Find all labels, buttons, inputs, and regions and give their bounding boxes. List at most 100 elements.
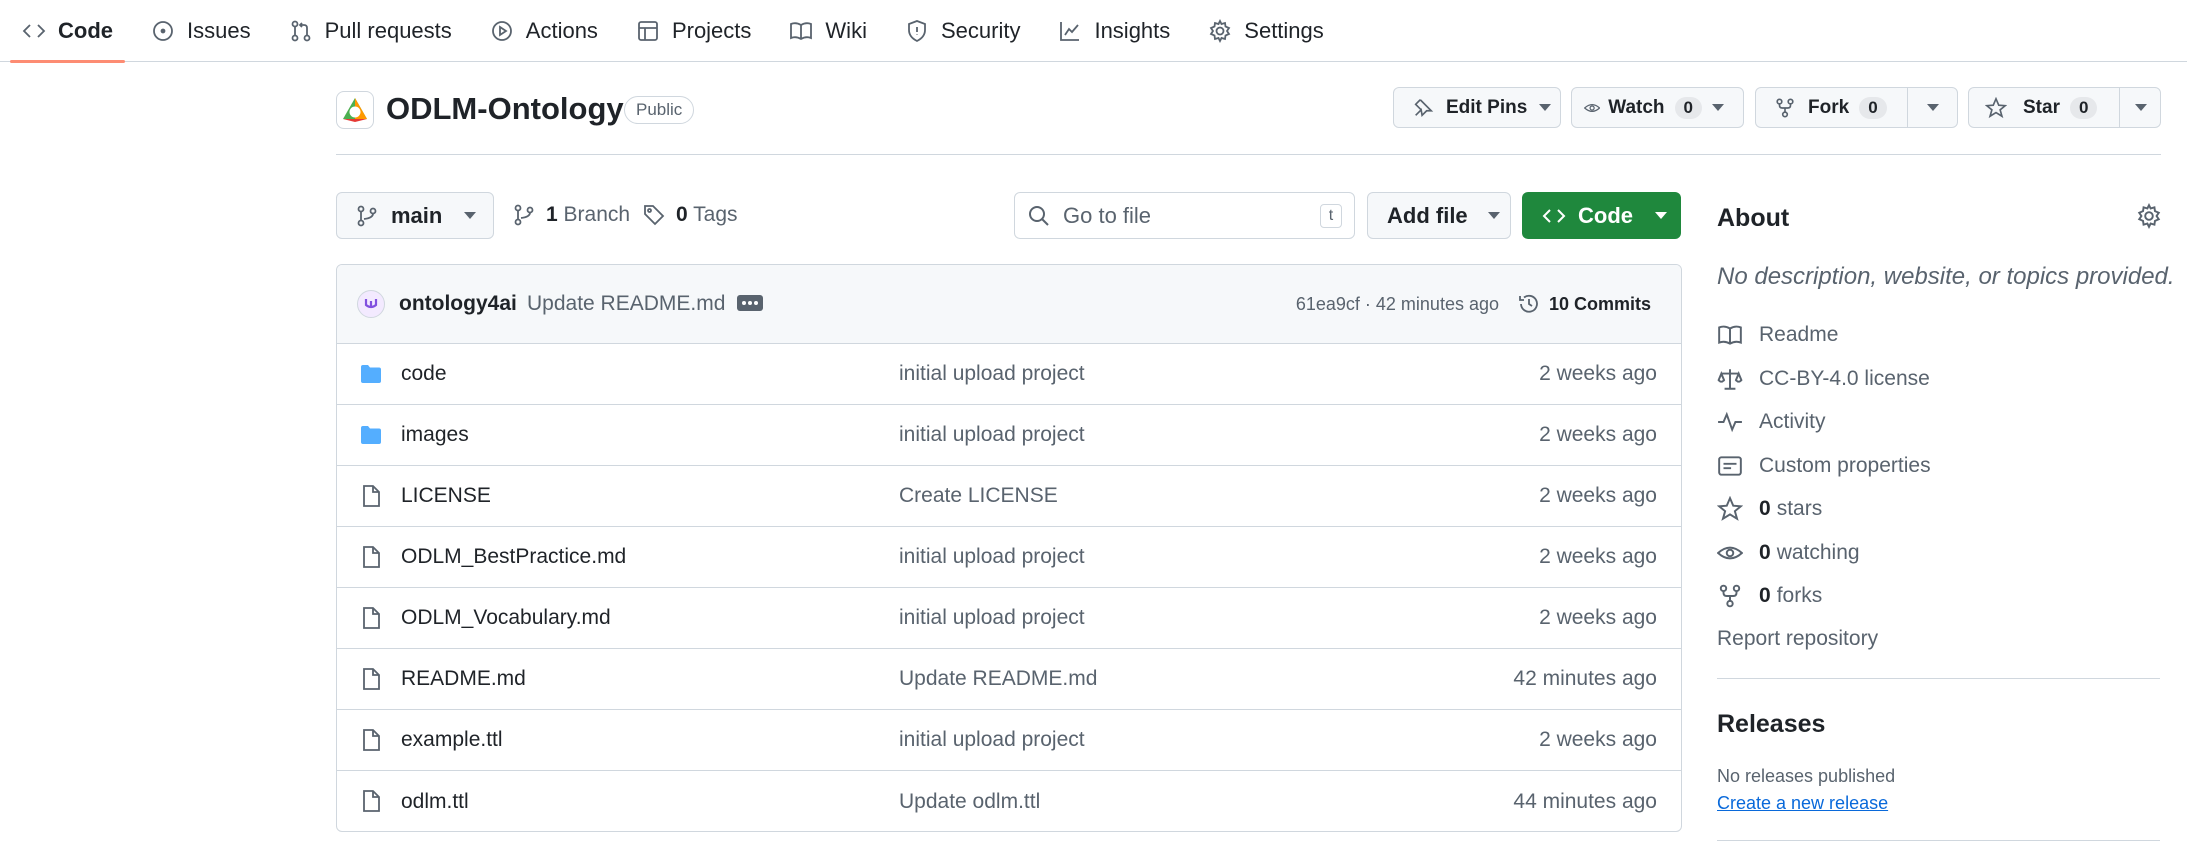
file-name[interactable]: code (401, 362, 447, 386)
file-name[interactable]: ODLM_BestPractice.md (401, 545, 626, 569)
chevron-down-icon (1539, 104, 1552, 111)
commit-meta[interactable]: 61ea9cf · 42 minutes ago (1296, 294, 1499, 315)
table-row[interactable]: README.md Update README.md 42 minutes ag… (337, 649, 1681, 710)
file-name[interactable]: LICENSE (401, 484, 491, 508)
tab-issues-label: Issues (187, 17, 251, 43)
create-release-link[interactable]: Create a new release (1717, 793, 1888, 814)
tab-insights[interactable]: Insights (1046, 0, 1182, 62)
file-commit-message[interactable]: Update README.md (899, 667, 1097, 691)
tab-pull-requests-label: Pull requests (324, 17, 452, 43)
file-name[interactable]: README.md (401, 667, 526, 691)
sidebar-divider (1717, 678, 2160, 679)
law-icon (1717, 369, 1743, 390)
stars-link[interactable]: 0 stars (1717, 496, 1822, 522)
code-chevron-down-icon (1655, 212, 1667, 219)
watch-chevron-down-icon[interactable] (1712, 104, 1724, 111)
readme-link[interactable]: Readme (1717, 322, 1838, 348)
stars-label: stars (1776, 497, 1823, 520)
branch-count: 1 (546, 203, 558, 226)
no-releases-text: No releases published (1717, 766, 1896, 786)
go-to-file-placeholder: Go to file (1063, 202, 1152, 228)
table-row[interactable]: ODLM_Vocabulary.md initial upload projec… (337, 588, 1681, 649)
eye-icon (1584, 103, 1601, 112)
watch-count: 0 (1674, 96, 1702, 119)
file-commit-message[interactable]: initial upload project (899, 606, 1085, 630)
table-row[interactable]: ODLM_BestPractice.md initial upload proj… (337, 527, 1681, 588)
fork-dropdown[interactable] (1907, 88, 1958, 127)
activity-link[interactable]: Activity (1717, 409, 1826, 435)
branches-link[interactable]: 1 Branch (512, 203, 630, 227)
file-commit-message[interactable]: initial upload project (899, 728, 1085, 752)
commits-link[interactable]: 10 Commits (1517, 292, 1651, 316)
table-icon (638, 20, 658, 41)
gear-icon[interactable] (2136, 203, 2162, 229)
star-button[interactable]: Star 0 (1968, 87, 2161, 128)
license-link[interactable]: CC-BY-4.0 license (1717, 366, 1930, 392)
tab-code[interactable]: Code (10, 0, 125, 63)
tags-link[interactable]: 0 Tags (642, 203, 738, 227)
report-repository-link[interactable]: Report repository (1717, 627, 1878, 651)
watch-button[interactable]: Watch 0 (1571, 87, 1744, 128)
tab-pull-requests[interactable]: Pull requests (277, 0, 464, 62)
visibility-badge: Public (624, 96, 695, 124)
file-commit-message[interactable]: Update odlm.ttl (899, 790, 1040, 814)
tab-projects-label: Projects (671, 17, 752, 43)
table-row[interactable]: LICENSE Create LICENSE 2 weeks ago (337, 466, 1681, 527)
tab-insights-label: Insights (1094, 17, 1171, 43)
tab-wiki[interactable]: Wiki (777, 0, 879, 62)
add-file-button[interactable]: Add file (1367, 192, 1511, 239)
star-dropdown[interactable] (2119, 88, 2161, 127)
about-heading: About (1717, 204, 1790, 232)
folder-icon (361, 426, 381, 444)
ellipsis-icon[interactable] (737, 295, 763, 311)
code-icon (1542, 208, 1566, 223)
table-row[interactable]: code initial upload project 2 weeks ago (337, 344, 1681, 405)
custom-properties-link[interactable]: Custom properties (1717, 453, 1931, 479)
tab-projects[interactable]: Projects (624, 0, 763, 62)
user-avatar-icon (364, 299, 378, 309)
file-commit-message[interactable]: Create LICENSE (899, 484, 1058, 508)
star-label: Star (2023, 96, 2060, 118)
table-row[interactable]: images initial upload project 2 weeks ag… (337, 405, 1681, 466)
table-row[interactable]: example.ttl initial upload project 2 wee… (337, 710, 1681, 771)
fork-button[interactable]: Fork 0 (1755, 87, 1958, 128)
file-icon (363, 729, 380, 751)
star-count: 0 (2069, 96, 2098, 119)
branch-select-button[interactable]: main (336, 192, 494, 239)
git-branch-icon (514, 204, 534, 226)
tab-settings[interactable]: Settings (1196, 0, 1336, 62)
repo-avatar[interactable] (336, 91, 374, 129)
tab-actions[interactable]: Actions (478, 0, 610, 62)
file-time: 2 weeks ago (1539, 423, 1657, 446)
file-name[interactable]: odlm.ttl (401, 790, 469, 814)
file-name[interactable]: images (401, 423, 469, 447)
commit-message[interactable]: Update README.md (527, 292, 725, 316)
avatar[interactable] (357, 290, 385, 318)
star-chevron-down-icon (2134, 104, 2147, 111)
tab-actions-label: Actions (525, 17, 598, 43)
file-name[interactable]: ODLM_Vocabulary.md (401, 606, 611, 630)
file-icon (363, 790, 380, 812)
go-to-file-input[interactable]: Go to file t (1014, 192, 1355, 239)
edit-pins-button[interactable]: Edit Pins (1393, 87, 1561, 128)
code-button[interactable]: Code (1522, 192, 1681, 239)
file-time: 2 weeks ago (1539, 545, 1657, 568)
watching-link[interactable]: 0 watching (1717, 540, 1860, 566)
tab-issues[interactable]: Issues (139, 0, 263, 62)
repo-name[interactable]: ODLM-Ontology (386, 91, 624, 127)
releases-heading[interactable]: Releases (1717, 710, 1825, 739)
issue-opened-icon (153, 20, 173, 41)
commits-label: Commits (1573, 293, 1651, 314)
file-name[interactable]: example.ttl (401, 728, 503, 752)
fork-label: Fork (1808, 96, 1850, 118)
file-commit-message[interactable]: initial upload project (899, 545, 1085, 569)
table-row[interactable]: odlm.ttl Update odlm.ttl 44 minutes ago (337, 771, 1681, 831)
forks-label: forks (1776, 584, 1823, 607)
sidebar-divider (1717, 840, 2160, 841)
tab-security[interactable]: Security (893, 0, 1032, 62)
file-commit-message[interactable]: initial upload project (899, 362, 1085, 386)
commit-author[interactable]: ontology4ai (399, 292, 517, 316)
file-commit-message[interactable]: initial upload project (899, 423, 1085, 447)
forks-link[interactable]: 0 forks (1717, 583, 1822, 609)
code-button-label: Code (1578, 202, 1633, 228)
